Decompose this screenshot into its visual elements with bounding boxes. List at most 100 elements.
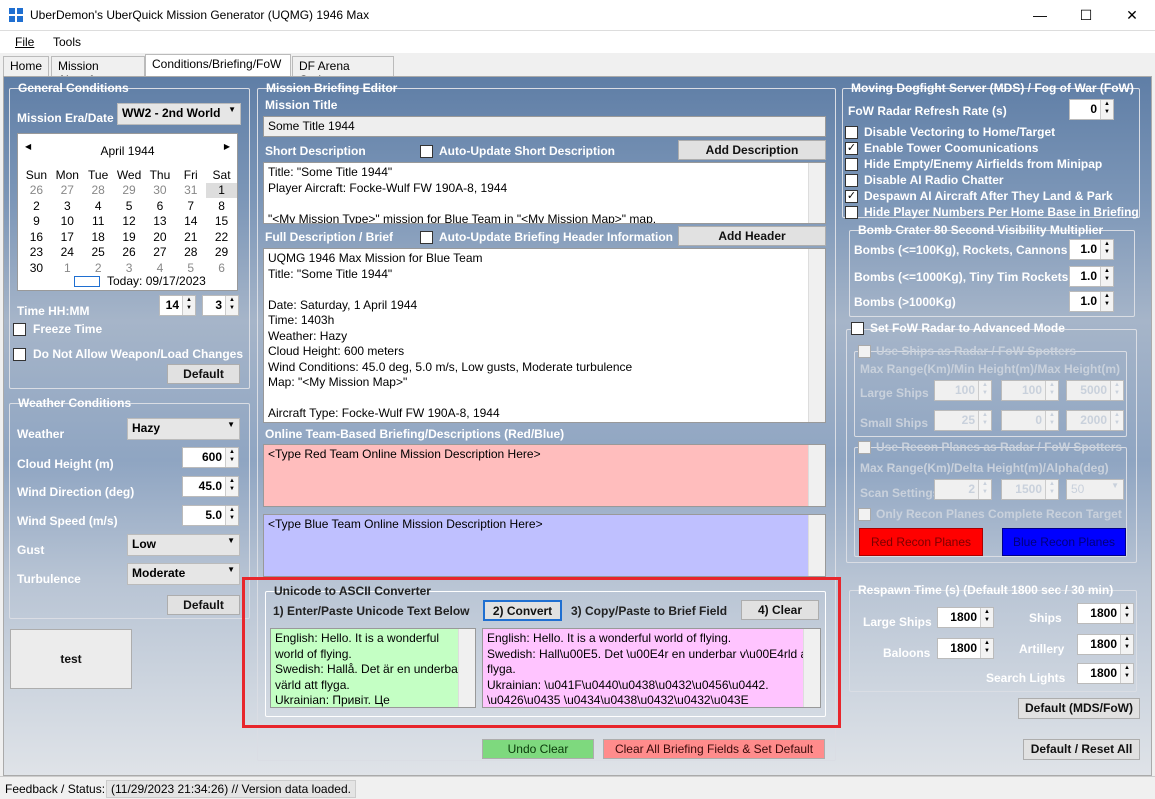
today-label[interactable]: Today: 09/17/2023	[107, 274, 206, 288]
spinner-arrows-icon[interactable]: ▲ ▼	[978, 480, 991, 499]
maximize-icon[interactable]: ☐	[1063, 0, 1109, 31]
turbulence-select[interactable]: Moderate ▼	[127, 563, 240, 585]
scrollbar[interactable]	[808, 515, 825, 576]
mds-option-checkbox[interactable]	[845, 206, 858, 219]
calendar-day[interactable]: 17	[52, 229, 83, 245]
calendar-day[interactable]: 5	[114, 198, 145, 214]
scrollbar[interactable]	[808, 249, 825, 422]
spinner-arrows-icon[interactable]: ▲ ▼	[1120, 604, 1133, 623]
recon-radar-checkbox[interactable]	[858, 441, 871, 454]
calendar-day[interactable]: 15	[206, 214, 237, 230]
spinner-arrows-icon[interactable]: ▲ ▼	[978, 381, 991, 400]
full-description-text[interactable]: UQMG 1946 Max Mission for Blue Team Titl…	[263, 248, 826, 423]
respawn-large-ships-spinner[interactable]: 1800 ▲ ▼	[937, 607, 994, 628]
default-mds-button[interactable]: Default (MDS/FoW)	[1018, 698, 1140, 719]
calendar-day[interactable]: 6	[145, 198, 176, 214]
calendar-day[interactable]: 1	[52, 260, 83, 276]
wind-speed-spinner[interactable]: 5.0 ▲ ▼	[182, 505, 239, 526]
calendar-day[interactable]: 26	[21, 183, 52, 199]
calendar-day[interactable]: 6	[206, 260, 237, 276]
freeze-time-checkbox[interactable]	[13, 323, 26, 336]
spinner-arrows-icon[interactable]: ▲ ▼	[225, 296, 238, 315]
calendar-day[interactable]: 31	[175, 183, 206, 199]
calendar-day[interactable]: 29	[206, 245, 237, 261]
calendar-next-icon[interactable]: ▶	[224, 142, 230, 151]
test-button[interactable]: test	[10, 629, 132, 689]
convert-button[interactable]: 2) Convert	[483, 600, 562, 621]
respawn-search-lights-spinner[interactable]: 1800 ▲ ▼	[1077, 663, 1134, 684]
calendar-day[interactable]: 16	[21, 229, 52, 245]
spinner-arrows-icon[interactable]: ▲ ▼	[980, 608, 993, 627]
mds-option-checkbox[interactable]: ✓	[845, 142, 858, 155]
era-select[interactable]: WW2 - 2nd World ▼	[117, 103, 241, 125]
calendar-day[interactable]: 4	[83, 198, 114, 214]
calendar-day[interactable]: 27	[52, 183, 83, 199]
gust-select[interactable]: Low ▼	[127, 534, 240, 556]
short-description-text[interactable]: Title: "Some Title 1944" Player Aircraft…	[263, 162, 826, 224]
scrollbar[interactable]	[808, 163, 825, 223]
add-header-button[interactable]: Add Header	[678, 226, 826, 246]
spinner-arrows-icon[interactable]: ▲ ▼	[1100, 240, 1113, 259]
calendar-day[interactable]: 27	[145, 245, 176, 261]
calendar-day[interactable]: 14	[175, 214, 206, 230]
calendar-day[interactable]: 7	[175, 198, 206, 214]
calendar-day[interactable]: 25	[83, 245, 114, 261]
spinner-arrows-icon[interactable]: ▲ ▼	[1045, 381, 1058, 400]
large-ships-range[interactable]: 100 ▲ ▼	[934, 380, 992, 401]
minute-spinner[interactable]: 3 ▲ ▼	[202, 295, 239, 316]
calendar-day[interactable]: 21	[175, 229, 206, 245]
auto-short-checkbox[interactable]	[420, 145, 433, 158]
minimize-icon[interactable]: —	[1017, 0, 1063, 31]
calendar-day[interactable]: 12	[114, 214, 145, 230]
default-reset-all-button[interactable]: Default / Reset All	[1023, 739, 1140, 760]
calendar-day[interactable]: 9	[21, 214, 52, 230]
spinner-arrows-icon[interactable]: ▲ ▼	[225, 477, 238, 496]
calendar-day[interactable]: 20	[145, 229, 176, 245]
calendar-day[interactable]: 13	[145, 214, 176, 230]
undo-clear-button[interactable]: Undo Clear	[482, 739, 594, 759]
calendar-day[interactable]: 3	[52, 198, 83, 214]
crater-spinner[interactable]: 1.0 ▲ ▼	[1069, 291, 1114, 312]
calendar-day[interactable]: 28	[175, 245, 206, 261]
calendar-day[interactable]: 23	[21, 245, 52, 261]
red-recon-button[interactable]: Red Recon Planes	[859, 528, 983, 556]
calendar-day[interactable]: 8	[206, 198, 237, 214]
add-description-button[interactable]: Add Description	[678, 140, 826, 160]
auto-header-checkbox[interactable]	[420, 231, 433, 244]
scrollbar[interactable]	[808, 445, 825, 506]
calendar-day[interactable]: 22	[206, 229, 237, 245]
spinner-arrows-icon[interactable]: ▲ ▼	[225, 448, 238, 467]
ascii-output-text[interactable]: English: Hello. It is a wonderful world …	[482, 628, 821, 708]
small-ships-range[interactable]: 25 ▲ ▼	[934, 410, 992, 431]
calendar-day[interactable]: 30	[21, 260, 52, 276]
scan-alpha-select[interactable]: 50 ▼	[1066, 479, 1124, 500]
unicode-input-text[interactable]: English: Hello. It is a wonderful world …	[270, 628, 476, 708]
tab-conditions-briefing[interactable]: Conditions/Briefing/FoW	[145, 54, 291, 76]
calendar-day[interactable]: 10	[52, 214, 83, 230]
clear-all-briefing-button[interactable]: Clear All Briefing Fields & Set Default	[603, 739, 825, 759]
spinner-arrows-icon[interactable]: ▲ ▼	[1100, 100, 1113, 119]
calendar-day[interactable]: 18	[83, 229, 114, 245]
no-weapon-change-checkbox[interactable]	[13, 348, 26, 361]
respawn-artillery-spinner[interactable]: 1800 ▲ ▼	[1077, 634, 1134, 655]
weather-default-button[interactable]: Default	[167, 595, 240, 615]
spinner-arrows-icon[interactable]: ▲ ▼	[978, 411, 991, 430]
menu-tools[interactable]: Tools	[53, 35, 81, 49]
wind-direction-spinner[interactable]: 45.0 ▲ ▼	[182, 476, 239, 497]
small-ships-max-height[interactable]: 2000 ▲ ▼	[1066, 410, 1124, 431]
spinner-arrows-icon[interactable]: ▲ ▼	[1045, 480, 1058, 499]
small-ships-min-height[interactable]: 0 ▲ ▼	[1001, 410, 1059, 431]
spinner-arrows-icon[interactable]: ▲ ▼	[1120, 664, 1133, 683]
mission-title-input[interactable]: Some Title 1944	[263, 116, 826, 137]
scrollbar[interactable]	[803, 629, 820, 707]
tab-df-arena[interactable]: DF Arena Options	[292, 56, 394, 87]
clear-converter-button[interactable]: 4) Clear	[741, 600, 819, 620]
ships-radar-checkbox[interactable]	[858, 345, 871, 358]
mds-option-checkbox[interactable]	[845, 174, 858, 187]
spinner-arrows-icon[interactable]: ▲ ▼	[980, 639, 993, 658]
mds-option-checkbox[interactable]	[845, 126, 858, 139]
calendar-day[interactable]: 29	[114, 183, 145, 199]
calendar-day[interactable]: 24	[52, 245, 83, 261]
only-recon-checkbox[interactable]	[858, 508, 871, 521]
tab-mission-aircraft[interactable]: Mission Aircraft	[51, 56, 145, 87]
